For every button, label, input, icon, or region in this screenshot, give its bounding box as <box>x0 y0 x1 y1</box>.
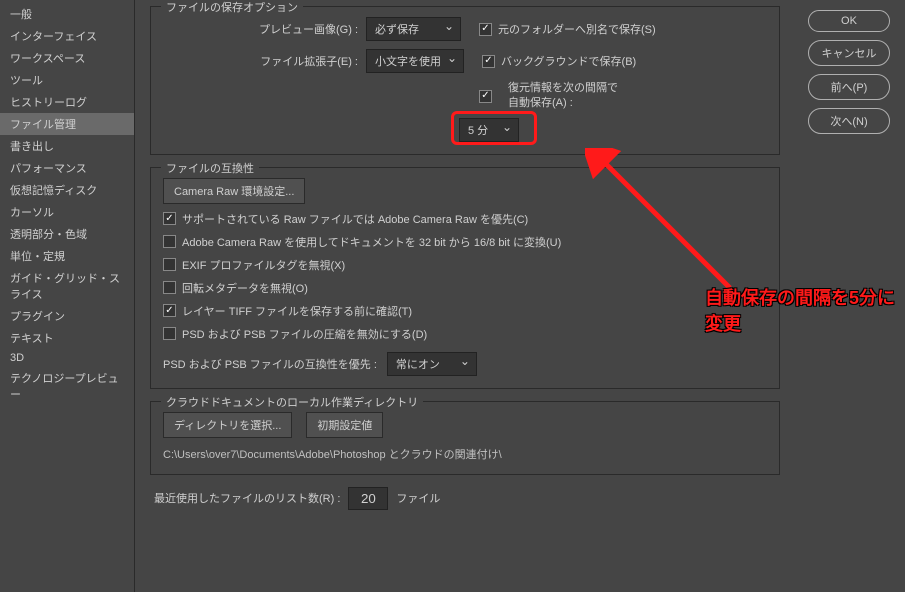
convert-32-checkbox[interactable] <box>163 235 176 248</box>
sidebar-item-tech-preview[interactable]: テクノロジープレビュー <box>0 367 134 405</box>
main-panel: ファイルの保存オプション プレビュー画像(G) : 必ず保存 元のフォルダーへ別… <box>135 0 905 592</box>
next-button[interactable]: 次へ(N) <box>808 108 890 134</box>
preview-label: プレビュー画像(G) : <box>163 21 358 37</box>
recent-files-label: 最近使用したファイルのリスト数(R) : <box>154 490 340 506</box>
sidebar-item-general[interactable]: 一般 <box>0 3 134 25</box>
camera-raw-settings-button[interactable]: Camera Raw 環境設定... <box>163 178 305 204</box>
ignore-rotation-label: 回転メタデータを無視(O) <box>182 280 308 296</box>
ext-select[interactable]: 小文字を使用 <box>366 49 464 73</box>
sidebar-item-3d[interactable]: 3D <box>0 349 134 367</box>
cloud-path: C:\Users\over7\Documents\Adobe\Photoshop… <box>163 446 767 462</box>
save-background-label: バックグラウンドで保存(B) <box>501 53 636 69</box>
cloud-legend: クラウドドキュメントのローカル作業ディレクトリ <box>161 394 423 410</box>
save-options-group: ファイルの保存オプション プレビュー画像(G) : 必ず保存 元のフォルダーへ別… <box>150 6 780 155</box>
disable-psd-compress-checkbox[interactable] <box>163 327 176 340</box>
choose-directory-button[interactable]: ディレクトリを選択... <box>163 412 292 438</box>
sidebar-item-transparency[interactable]: 透明部分・色域 <box>0 223 134 245</box>
ext-label: ファイル拡張子(E) : <box>163 53 358 69</box>
cancel-button[interactable]: キャンセル <box>808 40 890 66</box>
convert-32-label: Adobe Camera Raw を使用してドキュメントを 32 bit から … <box>182 234 561 250</box>
ok-button[interactable]: OK <box>808 10 890 32</box>
sidebar-item-guides[interactable]: ガイド・グリッド・スライス <box>0 267 134 305</box>
psd-compat-select[interactable]: 常にオン <box>387 352 477 376</box>
psd-compat-label: PSD および PSB ファイルの互換性を優先 : <box>163 356 377 372</box>
save-options-legend: ファイルの保存オプション <box>161 0 303 15</box>
action-buttons: OK キャンセル 前へ(P) 次へ(N) <box>808 10 890 134</box>
sidebar-item-units[interactable]: 単位・定規 <box>0 245 134 267</box>
sidebar-item-interface[interactable]: インターフェイス <box>0 25 134 47</box>
save-as-original-checkbox[interactable] <box>479 23 492 36</box>
prefer-camera-raw-label: サポートされている Raw ファイルでは Adobe Camera Raw を優… <box>182 211 528 227</box>
sidebar-item-text[interactable]: テキスト <box>0 327 134 349</box>
recent-files-unit: ファイル <box>396 490 440 506</box>
default-directory-button[interactable]: 初期設定値 <box>306 412 383 438</box>
sidebar-item-cursor[interactable]: カーソル <box>0 201 134 223</box>
sidebar-item-plugins[interactable]: プラグイン <box>0 305 134 327</box>
sidebar-item-tools[interactable]: ツール <box>0 69 134 91</box>
confirm-tiff-checkbox[interactable] <box>163 304 176 317</box>
ignore-exif-label: EXIF プロファイルタグを無視(X) <box>182 257 345 273</box>
annotation-text: 自動保存の間隔を5分に変更 <box>705 284 905 336</box>
sidebar-item-performance[interactable]: パフォーマンス <box>0 157 134 179</box>
auto-save-label: 復元情報を次の間隔で 自動保存(A) : <box>508 81 618 112</box>
recent-files-input[interactable] <box>348 487 388 510</box>
compat-legend: ファイルの互換性 <box>161 160 259 176</box>
sidebar-item-scratch[interactable]: 仮想記憶ディスク <box>0 179 134 201</box>
save-as-original-label: 元のフォルダーへ別名で保存(S) <box>498 21 656 37</box>
disable-psd-compress-label: PSD および PSB ファイルの圧縮を無効にする(D) <box>182 326 427 342</box>
sidebar-item-workspace[interactable]: ワークスペース <box>0 47 134 69</box>
prefer-camera-raw-checkbox[interactable] <box>163 212 176 225</box>
sidebar-item-export[interactable]: 書き出し <box>0 135 134 157</box>
sidebar-item-history[interactable]: ヒストリーログ <box>0 91 134 113</box>
preview-select[interactable]: 必ず保存 <box>366 17 461 41</box>
confirm-tiff-label: レイヤー TIFF ファイルを保存する前に確認(T) <box>182 303 412 319</box>
auto-save-checkbox[interactable] <box>479 90 492 103</box>
ignore-rotation-checkbox[interactable] <box>163 281 176 294</box>
cloud-group: クラウドドキュメントのローカル作業ディレクトリ ディレクトリを選択... 初期設… <box>150 401 780 475</box>
save-background-checkbox[interactable] <box>482 55 495 68</box>
sidebar-item-file-handling[interactable]: ファイル管理 <box>0 113 134 135</box>
ignore-exif-checkbox[interactable] <box>163 258 176 271</box>
compat-group: ファイルの互換性 Camera Raw 環境設定... サポートされている Ra… <box>150 167 780 389</box>
auto-save-interval-select[interactable]: 5 分 <box>459 118 519 142</box>
prev-button[interactable]: 前へ(P) <box>808 74 890 100</box>
sidebar: 一般 インターフェイス ワークスペース ツール ヒストリーログ ファイル管理 書… <box>0 0 135 592</box>
